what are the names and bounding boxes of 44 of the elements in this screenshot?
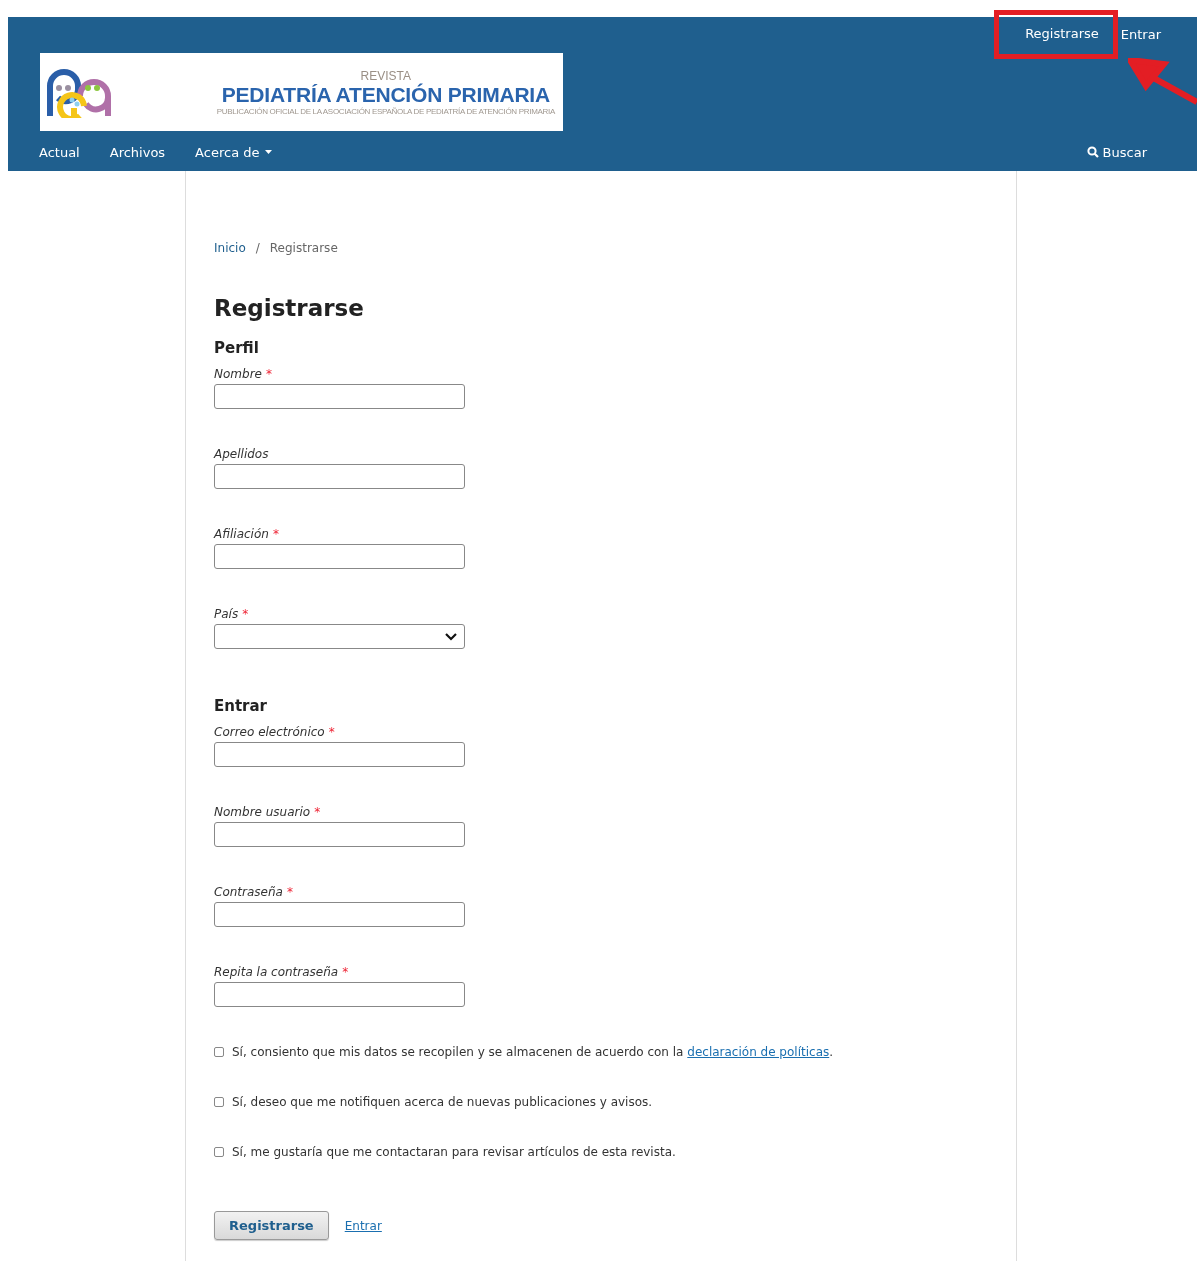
header-link[interactable]: Registrarse [994,9,1118,59]
password-field[interactable] [214,902,465,927]
password-field[interactable] [214,982,465,1007]
caret-icon [265,150,273,154]
nav-item[interactable]: Acerca de [195,144,273,160]
section-heading: Perfil [214,339,260,357]
logo-kicker: REVISTA [360,68,412,83]
search-icon [1086,146,1099,158]
field-label: Nombre usuario * [214,805,322,819]
register-button[interactable]: Registrarse [214,1211,329,1240]
login-link[interactable]: Entrar [344,1218,382,1233]
chevron-down-icon [445,632,457,641]
field-label: Repita la contraseña * [214,965,350,979]
logo-subtitle: PUBLICACIÓN OFICIAL DE LA ASOCIACIÓN ESPAÑOLA DE PEDIATRÍA DE ATENCIÓN PRIMARIA [216,106,555,116]
logo-mark-icon [44,66,114,118]
logo-title: PEDIATRÍA ATENCIÓN PRIMARIA [221,82,550,107]
checkbox[interactable] [214,1147,224,1157]
field-label: Nombre * [214,367,273,381]
page-title: Registrarse [214,295,365,321]
header-link[interactable]: Entrar [1120,22,1161,46]
country-select[interactable] [214,624,465,649]
input-field[interactable] [214,464,465,489]
breadcrumb-current: Registrarse [269,241,338,255]
checkbox[interactable] [214,1097,224,1107]
input-field[interactable] [214,544,465,569]
input-field[interactable] [214,384,465,409]
consent-text: Sí, deseo que me notifiquen acerca de nuevas publicaciones y avisos. [232,1095,653,1109]
input-field[interactable] [214,822,465,847]
consent-text: Sí, consiento que mis datos se recopilen y se almacenen de acuerdo con la declaración de políticas. [232,1045,834,1059]
section-heading: Entrar [214,697,268,715]
field-label: Contraseña * [214,885,294,899]
nav-item[interactable]: Actual [39,144,80,160]
field-label: Apellidos [214,447,270,461]
nav-item[interactable]: Archivos [109,144,166,160]
field-label: País * [214,607,250,621]
breadcrumb-separator: / [255,241,260,255]
annotation-arrow-icon [1128,58,1197,105]
field-label: Afiliación * [214,527,280,541]
breadcrumb-link[interactable]: Inicio [214,241,246,255]
input-field[interactable] [214,742,465,767]
consent-text: Sí, me gustaría que me contactaran para revisar artículos de esta revista. [232,1145,676,1159]
search-link[interactable]: Buscar [1086,144,1147,160]
checkbox[interactable] [214,1047,224,1057]
field-label: Correo electrónico * [214,725,336,739]
